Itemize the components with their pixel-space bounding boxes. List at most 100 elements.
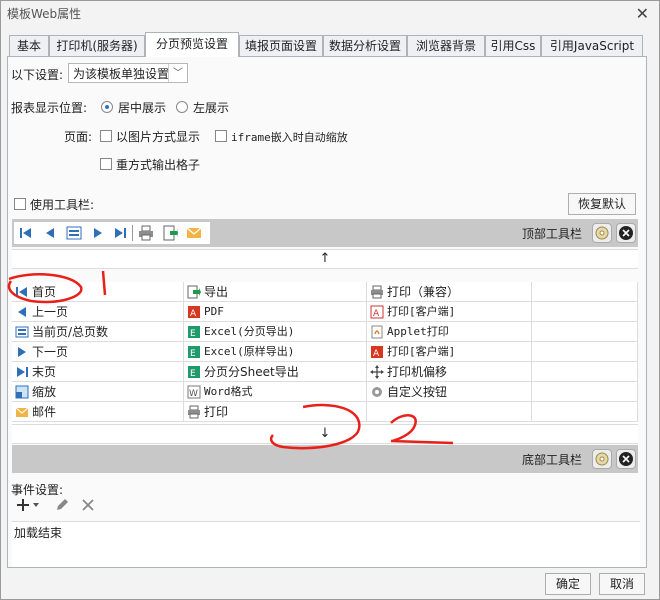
iframe-scale-checkbox[interactable] xyxy=(215,130,227,142)
applet-icon xyxy=(371,325,383,339)
page-count-icon xyxy=(15,326,29,338)
title-bar: 模板Web属性 ✕ xyxy=(1,1,659,27)
grid-item-applet-print[interactable]: Applet打印 xyxy=(367,322,532,342)
cancel-button[interactable]: 取消 xyxy=(599,573,645,595)
use-toolbar-label: 使用工具栏: xyxy=(30,198,95,212)
grid-item-export[interactable]: 导出 xyxy=(184,282,367,302)
zoom-icon xyxy=(15,385,29,399)
grid-item-label: Word格式 xyxy=(204,385,253,398)
print-icon[interactable] xyxy=(138,225,154,241)
export-icon[interactable] xyxy=(162,225,178,241)
tab-data-analysis[interactable]: 数据分析设置 xyxy=(323,35,407,56)
grid-item-printer-offset[interactable]: 打印机偏移 xyxy=(367,362,532,382)
prev-page-icon[interactable] xyxy=(42,225,58,241)
grid-item-print-client[interactable]: A 打印[客户端] xyxy=(367,302,532,322)
excel-icon: E xyxy=(188,326,200,339)
grid-item-label: Applet打印 xyxy=(387,325,449,338)
image-mode-checkbox[interactable] xyxy=(100,130,112,142)
grid-item-label: 邮件 xyxy=(32,405,57,419)
restore-default-button[interactable]: 恢复默认 xyxy=(568,193,636,215)
toolbar-settings-gear-icon[interactable] xyxy=(592,223,612,243)
mail-icon[interactable] xyxy=(186,225,202,241)
grid-item-label: Excel(分页导出) xyxy=(204,325,295,338)
tab-browser-bg[interactable]: 浏览器背景 xyxy=(407,35,485,56)
reprint-label: 重方式输出格子 xyxy=(116,158,201,172)
page-count-icon[interactable] xyxy=(66,225,82,241)
tab-basic[interactable]: 基本 xyxy=(9,35,49,56)
grid-item-last-page[interactable]: 末页 xyxy=(12,362,184,382)
page-label: 页面: xyxy=(64,130,93,144)
grid-empty-cell xyxy=(532,382,638,402)
grid-item-label: 导出 xyxy=(204,285,229,299)
grid-item-pdf[interactable]: A PDF xyxy=(184,302,367,322)
tab-page-preview[interactable]: 分页预览设置 xyxy=(145,32,239,57)
top-toolbar: 顶部工具栏 xyxy=(12,219,638,247)
tab-ref-js[interactable]: 引用JavaScript xyxy=(541,35,643,56)
chevron-down-icon: ﹀ xyxy=(168,64,187,82)
last-page-icon[interactable] xyxy=(112,225,128,241)
svg-text:E: E xyxy=(190,349,196,359)
gear-icon xyxy=(372,387,382,397)
toolbar-settings-gear-icon[interactable] xyxy=(592,449,612,469)
radio-center[interactable] xyxy=(101,101,113,113)
svg-text:W: W xyxy=(189,389,198,399)
grid-item-zoom[interactable]: 缩放 xyxy=(12,382,184,402)
move-icon xyxy=(370,365,384,379)
grid-item-label: PDF xyxy=(204,305,224,318)
grid-item-label: 分页分Sheet导出 xyxy=(204,365,299,379)
next-page-icon xyxy=(18,347,26,357)
grid-empty-cell xyxy=(532,282,638,302)
add-dropdown-icon[interactable] xyxy=(16,497,42,513)
grid-item-label: 自定义按钮 xyxy=(387,385,448,399)
close-icon[interactable]: ✕ xyxy=(636,1,649,27)
bottom-toolbar-label: 底部工具栏 xyxy=(522,453,583,467)
annotation-mark-1 xyxy=(7,270,107,304)
grid-item-print-compat[interactable]: 打印（兼容） xyxy=(367,282,532,302)
top-toolbar-label: 顶部工具栏 xyxy=(522,227,583,241)
toolbar-remove-icon[interactable] xyxy=(616,223,636,243)
radio-left-label: 左展示 xyxy=(193,101,230,115)
tab-fill-page[interactable]: 填报页面设置 xyxy=(239,35,323,56)
event-item[interactable]: 加载结束 xyxy=(14,524,62,541)
grid-item-label: 缩放 xyxy=(32,385,57,399)
toolbar-separator xyxy=(132,225,133,241)
svg-text:A: A xyxy=(373,309,380,319)
grid-item-excel-original[interactable]: E Excel(原样导出) xyxy=(184,342,367,362)
next-page-icon[interactable] xyxy=(90,225,106,241)
use-toolbar-checkbox[interactable] xyxy=(14,198,26,210)
image-mode-label: 以图片方式显示 xyxy=(116,130,201,144)
annotation-mark-2 xyxy=(269,403,454,450)
tab-printer-server[interactable]: 打印机(服务器) xyxy=(49,35,145,56)
grid-item-print-client-2[interactable]: A 打印[客户端] xyxy=(367,342,532,362)
excel-icon: E xyxy=(188,346,200,359)
delete-x-icon[interactable] xyxy=(80,497,96,513)
grid-item-excel-paged[interactable]: E Excel(分页导出) xyxy=(184,322,367,342)
tab-ref-css[interactable]: 引用Css xyxy=(485,35,541,56)
grid-item-label: 打印（兼容） xyxy=(387,285,460,299)
pdf-icon: A xyxy=(188,306,200,319)
print-icon xyxy=(371,285,383,299)
grid-item-label: 打印[客户端] xyxy=(387,345,456,358)
toolbar-remove-icon[interactable] xyxy=(616,449,636,469)
grid-empty-cell xyxy=(532,322,638,342)
events-list: 加载结束 xyxy=(12,521,640,567)
svg-text:A: A xyxy=(373,349,380,359)
scope-select[interactable]: 为该模板单独设置 ﹀ xyxy=(68,63,188,83)
grid-item-current-total[interactable]: 当前页/总页数 xyxy=(12,322,184,342)
grid-item-mail[interactable]: 邮件 xyxy=(12,402,184,422)
edit-pencil-icon[interactable] xyxy=(54,497,70,513)
reprint-checkbox[interactable] xyxy=(100,158,112,170)
grid-item-sheet-export[interactable]: E 分页分Sheet导出 xyxy=(184,362,367,382)
pdf-icon: A xyxy=(371,346,383,359)
ok-button[interactable]: 确定 xyxy=(545,573,591,595)
first-page-icon[interactable] xyxy=(18,225,34,241)
last-page-icon xyxy=(17,367,28,377)
window-title: 模板Web属性 xyxy=(7,7,82,21)
excel-icon: E xyxy=(188,366,200,379)
export-icon xyxy=(187,285,201,299)
events-label: 事件设置: xyxy=(11,483,64,497)
radio-left[interactable] xyxy=(176,101,188,113)
grid-item-next-page[interactable]: 下一页 xyxy=(12,342,184,362)
tab-panel: 以下设置: 为该模板单独设置 ﹀ 报表显示位置: 居中展示 左展示 页面: 以图… xyxy=(7,56,647,568)
svg-text:E: E xyxy=(190,329,196,339)
